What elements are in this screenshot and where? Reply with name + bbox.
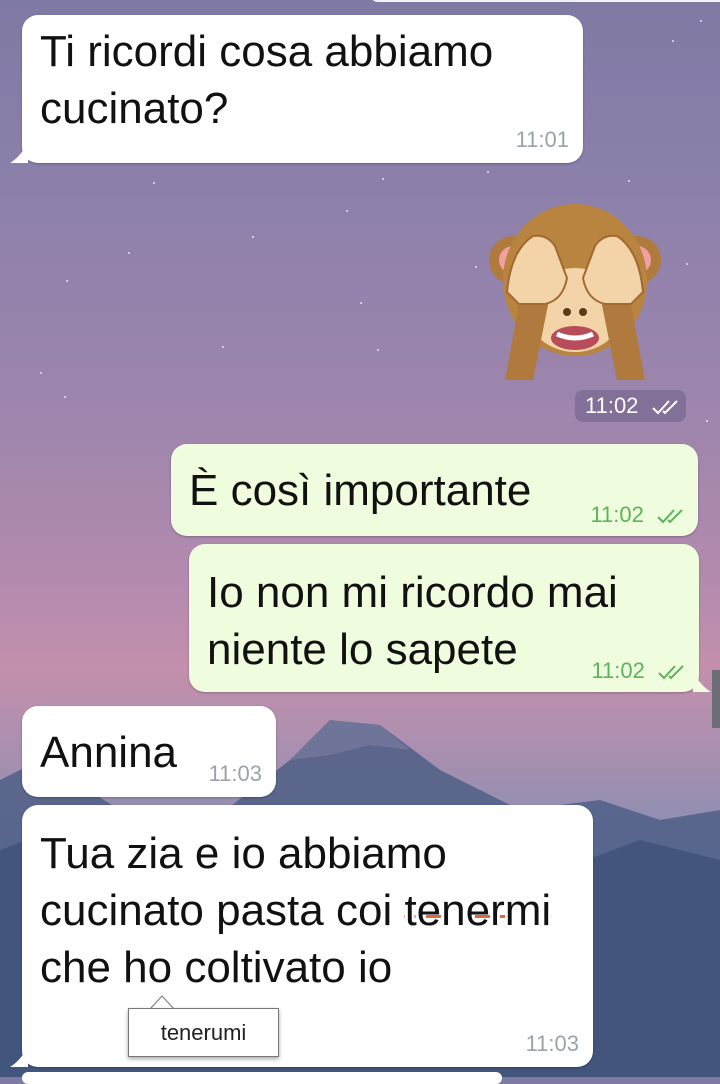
message-time: 11:02 xyxy=(590,502,644,527)
outgoing-message[interactable]: Io non mi ricordo mai niente lo sapete 1… xyxy=(189,544,711,692)
previous-message-edge xyxy=(370,0,720,2)
double-check-icon xyxy=(651,400,678,415)
message-text: È così importante xyxy=(189,466,532,515)
incoming-message[interactable]: Tua zia e io abbiamo cucinato pasta coi … xyxy=(10,805,593,1067)
message-text: Annina xyxy=(40,728,178,777)
message-text-start: Tua zia e io abbiamo cucinato pasta coi xyxy=(40,829,447,935)
scrollbar-thumb[interactable] xyxy=(712,670,720,728)
message-text: Ti ricordi cosa abbiamo cucinato? xyxy=(40,27,494,133)
next-message-edge xyxy=(22,1072,502,1084)
outgoing-message[interactable]: È così importante 11:02 xyxy=(171,444,698,536)
bubble-tail xyxy=(693,672,711,692)
bubble-tail xyxy=(10,143,28,163)
message-time: 11:03 xyxy=(525,1031,579,1056)
message-text-end: che ho coltivato io xyxy=(40,943,393,992)
message-time-status: 11:02 xyxy=(591,658,687,684)
double-check-icon xyxy=(657,509,683,524)
sticker-see-no-evil-monkey[interactable] xyxy=(485,200,665,385)
misspelled-word[interactable]: tenermi xyxy=(404,886,551,935)
message-time: 11:02 xyxy=(585,393,639,418)
message-text: Tua zia e io abbiamo cucinato pasta coi … xyxy=(40,825,580,996)
monkey-icon xyxy=(489,204,661,380)
incoming-message[interactable]: Ti ricordi cosa abbiamo cucinato? 11:01 xyxy=(10,15,583,163)
message-time-status: 11:02 xyxy=(590,502,686,528)
double-check-icon xyxy=(658,665,684,680)
message-time: 11:02 xyxy=(591,658,645,683)
incoming-message[interactable]: Annina 11:03 xyxy=(22,706,276,797)
message-time: 11:03 xyxy=(208,761,262,786)
bubble-tail xyxy=(10,1047,28,1067)
message-time: 11:01 xyxy=(515,127,569,152)
spell-suggestion-popup[interactable]: tenerumi xyxy=(128,1008,279,1057)
sticker-time: 11:02 xyxy=(575,390,686,422)
